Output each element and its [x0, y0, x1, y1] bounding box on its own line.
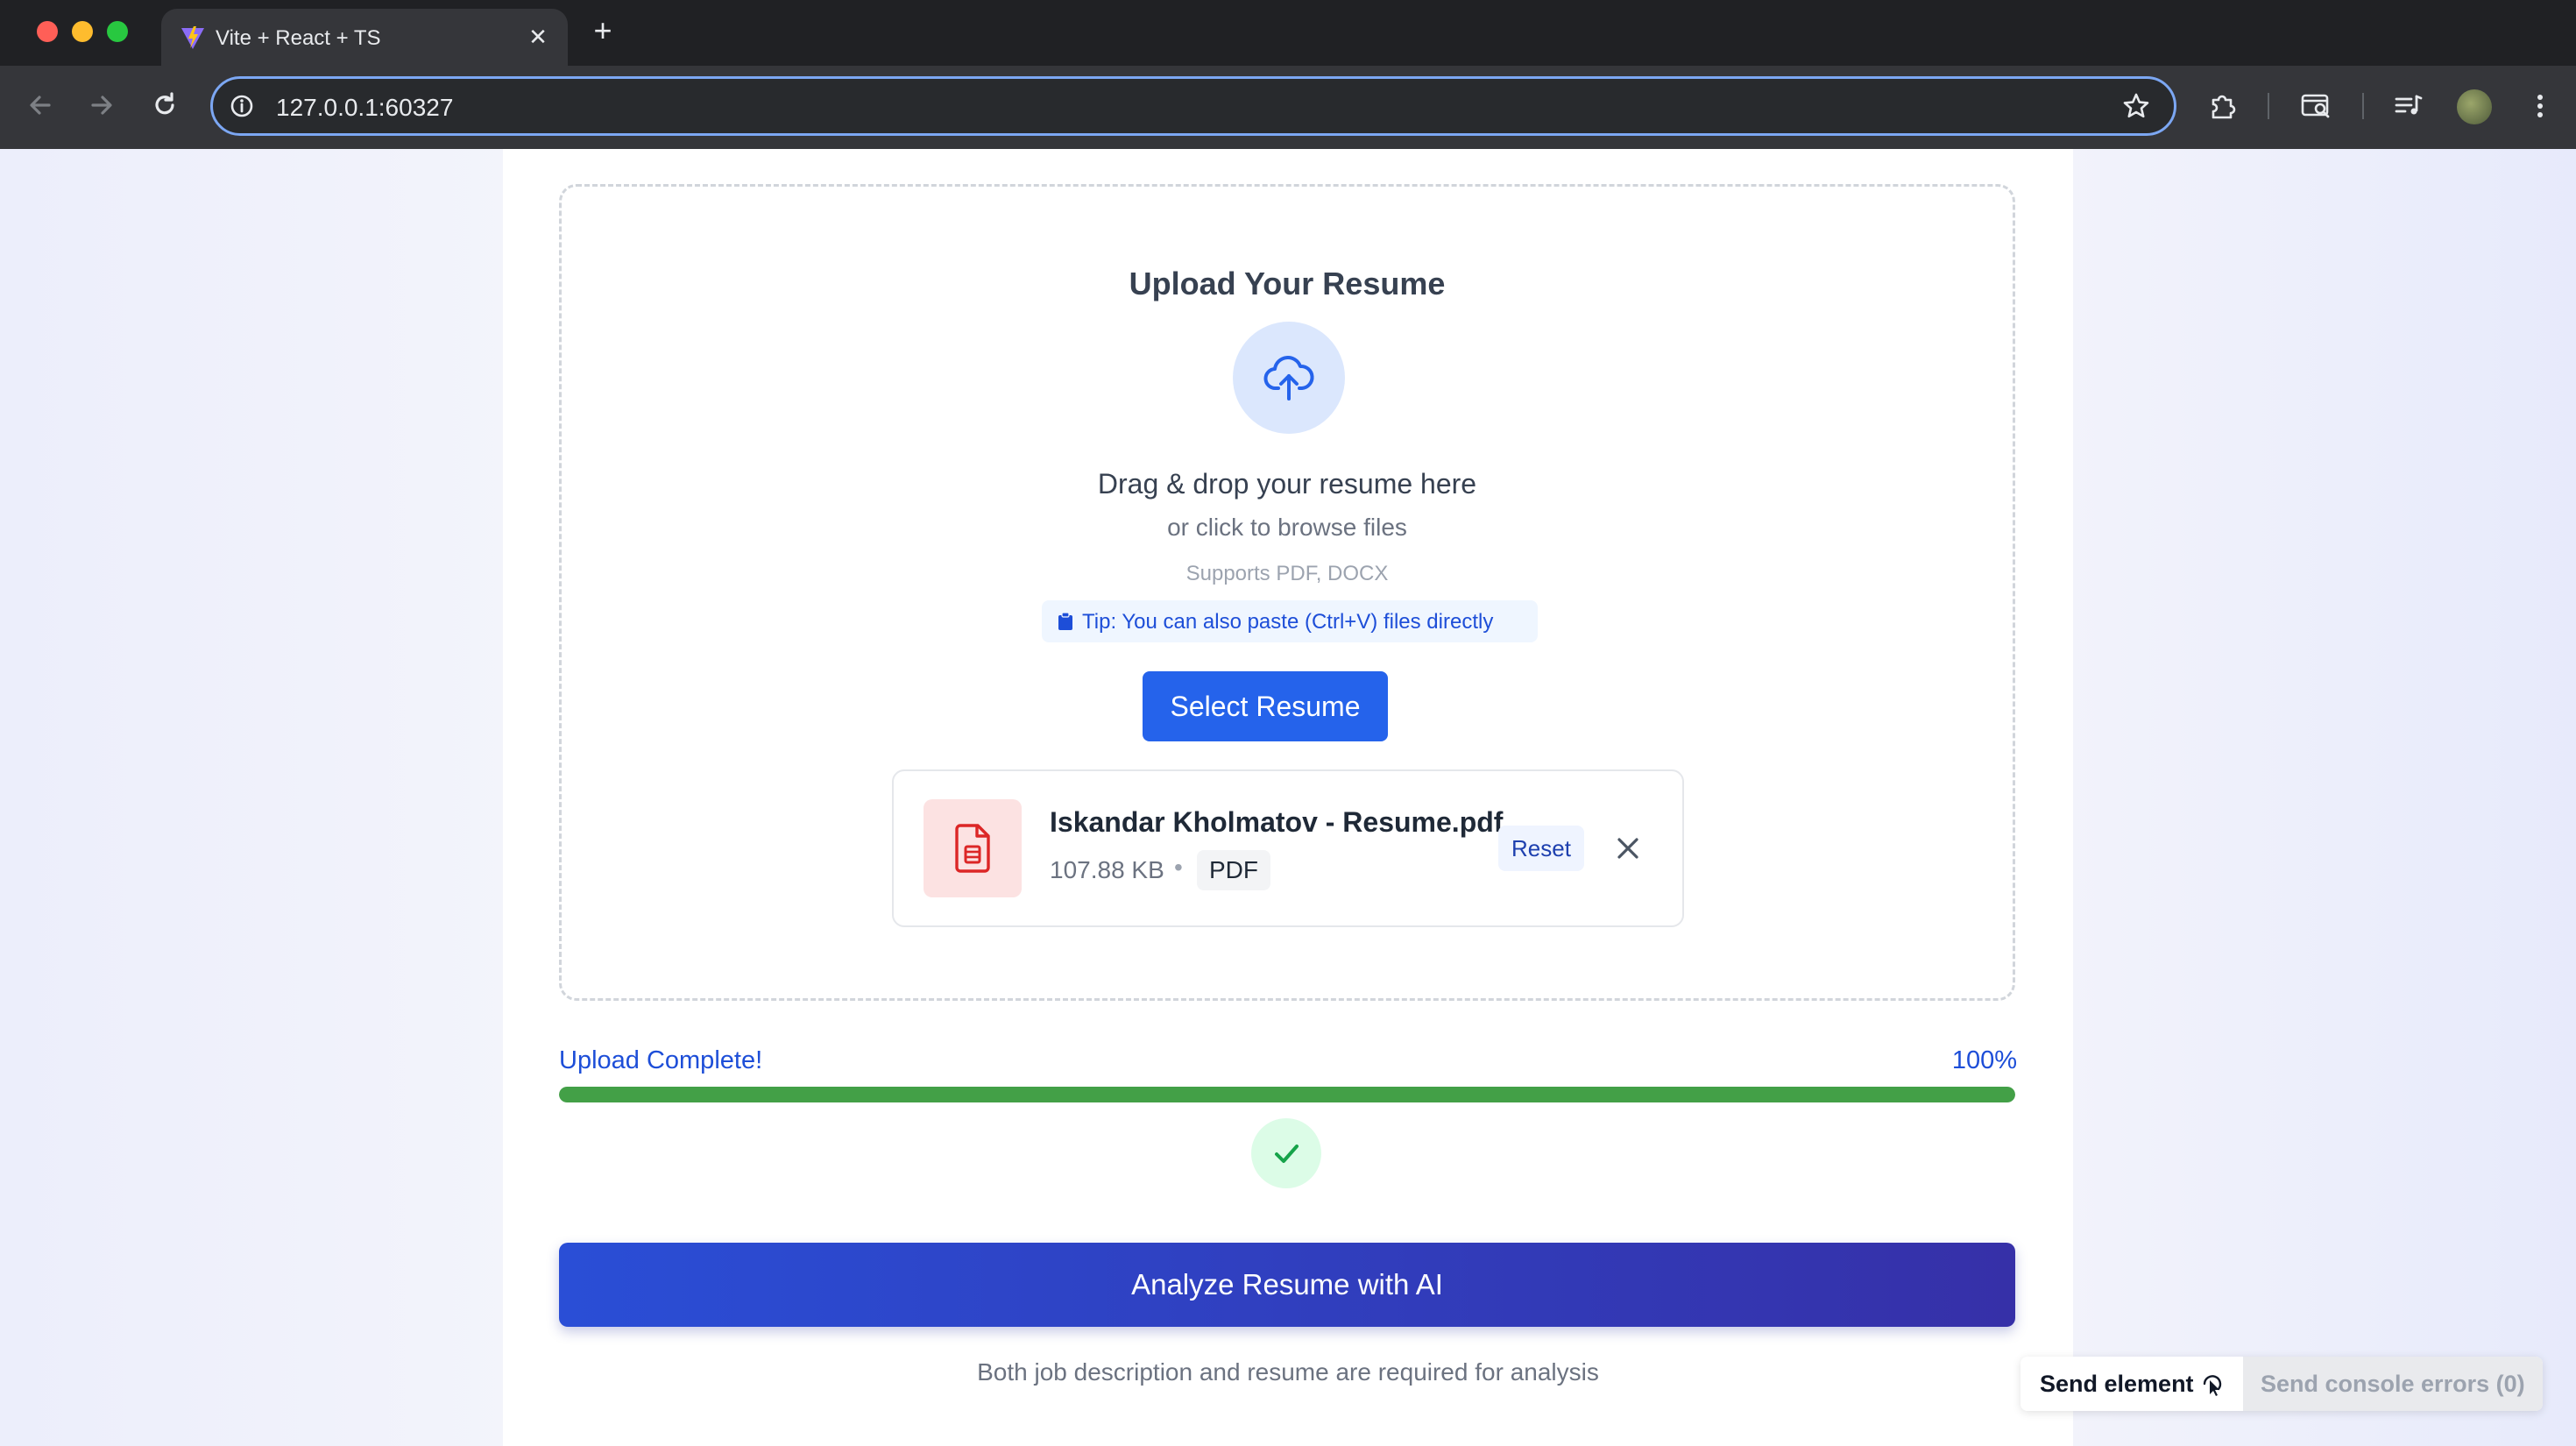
analysis-requirement-note: Both job description and resume are requ… [977, 1358, 1599, 1386]
media-controls-icon[interactable] [2392, 89, 2425, 123]
file-size: 107.88 KB [1050, 856, 1164, 883]
new-tab-button[interactable]: + [587, 15, 619, 47]
remove-file-close-icon[interactable] [1610, 831, 1645, 866]
supported-formats-text: Supports PDF, DOCX [1185, 562, 1389, 585]
drag-drop-text: Drag & drop your resume here [1097, 468, 1477, 500]
send-console-errors-label: Send console errors (0) [2261, 1371, 2525, 1397]
forward-arrow-icon[interactable] [84, 88, 119, 123]
browser-tab[interactable]: Vite + React + TS ✕ [161, 9, 568, 66]
file-name: Iskandar Kholmatov - Resume.pdf [1050, 806, 1504, 838]
send-element-label: Send element [2040, 1371, 2194, 1397]
meta-separator: • [1174, 854, 1183, 881]
address-bar[interactable]: 127.0.0.1:60327 [210, 76, 2176, 136]
back-arrow-icon[interactable] [23, 88, 58, 123]
window-maximize-button[interactable] [107, 21, 128, 42]
reset-button[interactable]: Reset [1498, 826, 1584, 871]
file-type-tag: PDF [1197, 850, 1270, 890]
tab-strip: Vite + React + TS ✕ + [0, 0, 2576, 66]
upload-progress-bar [559, 1087, 2015, 1102]
tab-search-icon[interactable] [2299, 89, 2332, 123]
bookmark-star-icon[interactable] [2121, 91, 2151, 121]
send-console-errors-button[interactable]: Send console errors (0) [2243, 1357, 2543, 1411]
select-resume-button[interactable]: Select Resume [1143, 671, 1388, 741]
toolbar-divider [2362, 93, 2364, 119]
url-text[interactable]: 127.0.0.1:60327 [276, 94, 453, 122]
upload-success-indicator [1251, 1118, 1321, 1188]
send-element-button[interactable]: Send element [2020, 1357, 2243, 1411]
file-type-badge [924, 799, 1022, 897]
tab-title: Vite + React + TS [216, 26, 381, 50]
reload-icon[interactable] [147, 88, 182, 123]
profile-avatar[interactable] [2457, 89, 2492, 124]
uploaded-file-card: Iskandar Kholmatov - Resume.pdf 107.88 K… [892, 769, 1684, 927]
tab-close-icon[interactable]: ✕ [524, 23, 552, 51]
extensions-puzzle-icon[interactable] [2206, 89, 2240, 123]
more-menu-icon[interactable] [2523, 89, 2557, 123]
main-card: Upload Your Resume Drag & drop your resu… [503, 149, 2073, 1446]
upload-percent: 100% [1951, 1046, 2017, 1074]
upload-title: Upload Your Resume [1129, 266, 1446, 301]
browser-chrome: Vite + React + TS ✕ + 127.0.0.1:60327 [0, 0, 2576, 149]
pointer-select-icon [2203, 1375, 2222, 1396]
window-close-button[interactable] [37, 21, 58, 42]
toolbar-divider [2268, 93, 2269, 119]
page-background: Upload Your Resume Drag & drop your resu… [0, 149, 2576, 1446]
tip-text: Tip: You can also paste (Ctrl+V) files d… [1082, 610, 1494, 634]
upload-icon-circle[interactable] [1233, 322, 1345, 434]
analyze-resume-button[interactable]: Analyze Resume with AI [559, 1243, 2015, 1327]
site-info-icon[interactable] [229, 93, 255, 119]
document-icon [955, 824, 990, 873]
browse-text: or click to browse files [1167, 514, 1407, 541]
dev-toolbar: Send element Send console errors (0) [2020, 1357, 2543, 1411]
upload-status: Upload Complete! [559, 1046, 763, 1074]
paste-tip: Tip: You can also paste (Ctrl+V) files d… [1042, 600, 1538, 642]
cloud-upload-icon [1263, 356, 1314, 400]
check-icon [1275, 1145, 1299, 1163]
vite-logo-icon [181, 26, 204, 49]
upload-progress-fill [559, 1087, 2015, 1102]
clipboard-icon [1058, 612, 1072, 630]
window-minimize-button[interactable] [72, 21, 93, 42]
